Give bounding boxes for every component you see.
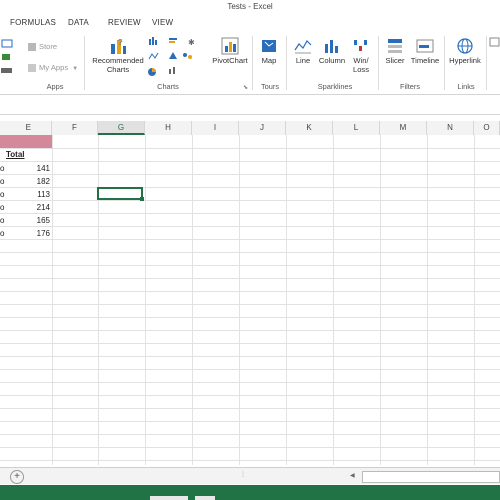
total-value-cell[interactable]: 214 <box>12 203 50 212</box>
partial-cell-mark: o <box>0 229 5 238</box>
separator <box>252 36 253 90</box>
my-apps-button[interactable]: My Apps ▼ <box>28 63 78 74</box>
charts-group-label: Charts <box>157 82 179 91</box>
partial-cell-mark: o <box>0 164 5 173</box>
chart-type-icons[interactable]: ✱ <box>148 37 208 79</box>
column-header-g[interactable]: G <box>98 121 145 135</box>
partial-cell-mark: o <box>0 203 5 212</box>
column-sparkline-icon <box>325 40 338 53</box>
column-header-i[interactable]: I <box>192 121 239 135</box>
store-button[interactable]: Store <box>28 42 57 51</box>
total-value-cell[interactable]: 176 <box>12 229 50 238</box>
svg-text:?: ? <box>118 38 123 47</box>
recommended-charts-icon: ? <box>111 38 126 54</box>
pivotchart-icon <box>221 37 239 55</box>
sparklines-group-label: Sparklines <box>317 82 353 91</box>
map-icon <box>262 40 276 52</box>
apps-left-icons[interactable] <box>0 38 16 78</box>
tab-data[interactable]: DATA <box>68 18 89 27</box>
column-header-j[interactable]: J <box>239 121 286 135</box>
grid-lines <box>0 135 500 465</box>
my-apps-icon <box>28 64 36 72</box>
view-button[interactable] <box>150 496 188 500</box>
timeline-icon <box>416 39 434 53</box>
column-header-o[interactable]: O <box>474 121 500 135</box>
svg-text:✱: ✱ <box>188 38 195 47</box>
text-group-partial[interactable] <box>489 36 500 66</box>
tab-formulas[interactable]: FORMULAS <box>10 18 56 27</box>
column-headers: E F G H I J K L M N O <box>0 121 500 136</box>
column-header-k[interactable]: K <box>286 121 333 135</box>
timeline-button[interactable]: Timeline <box>408 36 442 65</box>
tab-view[interactable]: VIEW <box>152 18 173 27</box>
recommended-charts-button[interactable]: ? Recommended Charts <box>90 36 146 74</box>
status-bar <box>0 485 500 500</box>
ribbon: Store My Apps ▼ Apps ? Recommended Charts… <box>0 34 500 95</box>
view-button[interactable] <box>195 496 215 500</box>
sparkline-line-button[interactable]: Line <box>290 36 316 65</box>
hyperlink-button[interactable]: Hyperlink <box>447 36 483 65</box>
sheet-tab-bar: + ⋮ ◀ <box>0 467 500 484</box>
sparkline-winloss-button[interactable]: Win/ Loss <box>348 36 374 74</box>
partial-cell-mark: o <box>0 177 5 186</box>
pivotchart-button[interactable]: PivotChart <box>210 36 250 65</box>
links-group-label: Links <box>457 82 475 91</box>
total-header: Total <box>6 150 25 159</box>
worksheet-grid[interactable]: Total o o o o o o 141 182 113 214 165 17… <box>0 135 500 465</box>
horizontal-scrollbar[interactable] <box>362 471 500 483</box>
column-header-e[interactable]: E <box>0 121 52 135</box>
partial-cell-mark: o <box>0 216 5 225</box>
add-sheet-icon[interactable]: + <box>10 470 24 484</box>
ribbon-tabs: FORMULAS DATA REVIEW VIEW <box>0 14 500 34</box>
tab-review[interactable]: REVIEW <box>108 18 141 27</box>
column-header-m[interactable]: M <box>380 121 427 135</box>
column-header-l[interactable]: L <box>333 121 380 135</box>
chevron-down-icon: ▼ <box>72 66 79 72</box>
filters-group-label: Filters <box>399 82 421 91</box>
column-header-f[interactable]: F <box>52 121 98 135</box>
scroll-dots-icon: ⋮ <box>240 472 246 478</box>
apps-group-label: Apps <box>46 82 64 91</box>
store-icon <box>28 43 36 51</box>
formula-bar[interactable] <box>0 96 500 115</box>
total-value-cell[interactable]: 113 <box>12 190 50 199</box>
slicer-icon <box>388 39 402 53</box>
line-sparkline-icon <box>294 40 312 54</box>
partial-cell-mark: o <box>0 190 5 199</box>
scroll-left-icon[interactable]: ◀ <box>350 471 359 481</box>
separator <box>286 36 287 90</box>
total-value-cell[interactable]: 141 <box>12 164 50 173</box>
column-header-h[interactable]: H <box>145 121 192 135</box>
total-value-cell[interactable]: 182 <box>12 177 50 186</box>
window-title: Tests - Excel <box>0 0 500 14</box>
slicer-button[interactable]: Slicer <box>382 36 408 65</box>
active-cell[interactable] <box>97 187 144 201</box>
sparkline-column-button[interactable]: Column <box>316 36 348 65</box>
header-fill <box>0 135 52 148</box>
fill-handle[interactable] <box>140 197 144 201</box>
column-header-n[interactable]: N <box>427 121 474 135</box>
hyperlink-icon <box>457 38 473 54</box>
total-value-cell[interactable]: 165 <box>12 216 50 225</box>
winloss-sparkline-icon <box>354 40 367 51</box>
separator <box>378 36 379 90</box>
map-button[interactable]: Map <box>256 36 282 65</box>
dialog-launcher-icon[interactable]: ⬊ <box>243 84 248 91</box>
tours-group-label: Tours <box>260 82 280 91</box>
separator <box>84 36 85 90</box>
separator <box>486 36 487 90</box>
separator <box>444 36 445 90</box>
